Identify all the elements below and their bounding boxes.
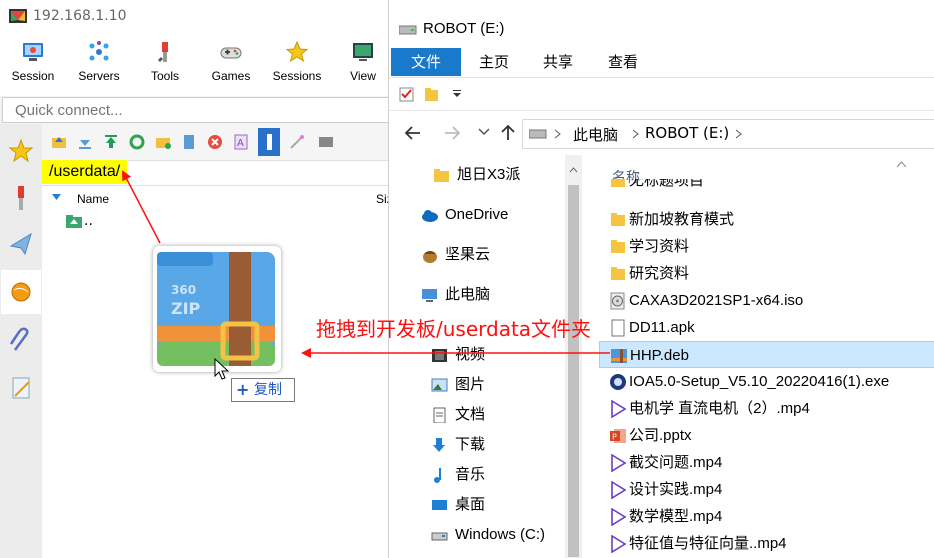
dragged-file-ghost: 360 ZIP [153, 246, 281, 372]
arrow-to-path [122, 170, 161, 244]
copy-badge: + 复制 [231, 378, 295, 402]
mouse-cursor-icon [214, 358, 230, 380]
zip-brand-text: 360 [171, 283, 196, 297]
copy-label: 复制 [254, 382, 282, 398]
annotation-arrows [122, 170, 610, 358]
zip-label-text: ZIP [171, 299, 201, 318]
zip-archive-icon: 360 ZIP [157, 252, 275, 366]
plus-icon: + [236, 380, 250, 399]
drag-instruction-label: 拖拽到开发板/userdata文件夹 [316, 317, 592, 341]
